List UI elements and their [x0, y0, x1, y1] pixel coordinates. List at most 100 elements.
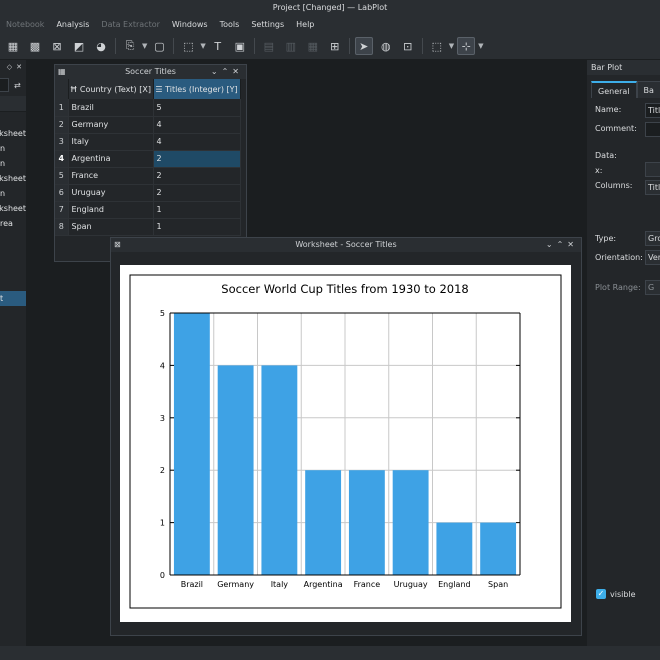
bar-brazil[interactable]	[173, 313, 210, 575]
titles-cell[interactable]: 1	[153, 201, 241, 219]
float-icon[interactable]: ◇	[7, 63, 12, 71]
country-cell[interactable]: Span	[68, 218, 154, 236]
menu-analysis[interactable]: Analysis	[50, 16, 95, 33]
tree-item[interactable]	[0, 231, 26, 246]
tree-item[interactable]: orksheet	[0, 201, 26, 216]
corner-header[interactable]	[55, 79, 69, 99]
menu-settings[interactable]: Settings	[245, 16, 290, 33]
comment-field[interactable]	[645, 122, 660, 137]
row-number[interactable]: 3	[55, 133, 69, 151]
table-row[interactable]: 2 Germany 4	[55, 116, 246, 134]
navigate-mouse-icon[interactable]: ◍	[377, 37, 395, 55]
titles-cell[interactable]: 1	[153, 218, 241, 236]
tree-item[interactable]: orksheet	[0, 126, 26, 141]
zoom-select-icon[interactable]: ⬚	[428, 37, 446, 55]
column-header-country[interactable]: Ħ Country (Text) [X]	[68, 79, 154, 99]
tree-item[interactable]: t	[0, 291, 26, 306]
table-row[interactable]: 8 Span 1	[55, 218, 246, 236]
close-icon[interactable]: ✕	[16, 63, 22, 71]
plot-range-combo[interactable]: G	[645, 280, 660, 295]
break-layout-icon[interactable]: ⊞	[326, 37, 344, 55]
table-row[interactable]: 4 Argentina 2	[55, 150, 246, 168]
bar-span[interactable]	[480, 522, 517, 575]
worksheet-titlebar[interactable]: ⊠ Worksheet - Soccer Titles ⌄⌃✕	[111, 238, 581, 252]
row-number[interactable]: 1	[55, 99, 69, 117]
bar-france[interactable]	[348, 470, 385, 575]
bar-italy[interactable]	[261, 365, 298, 575]
spreadsheet-titlebar[interactable]: ▦ Soccer Titles ⌄⌃✕	[55, 65, 246, 79]
row-number[interactable]: 2	[55, 116, 69, 134]
titles-cell[interactable]: 5	[153, 99, 241, 117]
orientation-combo[interactable]: Ver	[645, 250, 660, 265]
tree-item[interactable]	[0, 276, 26, 291]
country-cell[interactable]: Italy	[68, 133, 154, 151]
titles-cell[interactable]: 4	[153, 133, 241, 151]
country-cell[interactable]: Argentina	[68, 150, 154, 168]
bar-chart[interactable]: Soccer World Cup Titles from 1930 to 201…	[120, 265, 571, 622]
type-combo[interactable]: Gro	[645, 231, 660, 246]
close-icon[interactable]: ✕	[567, 240, 578, 249]
add-text-label-icon[interactable]: T	[209, 37, 227, 55]
row-number[interactable]: 7	[55, 201, 69, 219]
close-icon[interactable]: ✕	[232, 67, 243, 76]
bar-uruguay[interactable]	[392, 470, 429, 575]
country-cell[interactable]: England	[68, 201, 154, 219]
new-notes-icon[interactable]: ◩	[70, 37, 88, 55]
visible-checkbox[interactable]: ✓ visible	[596, 589, 636, 599]
row-number[interactable]: 4	[55, 150, 69, 168]
x-column-combo[interactable]	[645, 162, 660, 177]
minimize-icon[interactable]: ⌄	[546, 240, 557, 249]
table-row[interactable]: 6 Uruguay 2	[55, 184, 246, 202]
country-cell[interactable]: Germany	[68, 116, 154, 134]
row-number[interactable]: 6	[55, 184, 69, 202]
import-file-icon[interactable]: ⎘	[121, 37, 139, 55]
tree-item[interactable]: rea	[0, 216, 26, 231]
layout-horizontal-icon[interactable]: ▥	[282, 37, 300, 55]
menu-tools[interactable]: Tools	[214, 16, 246, 33]
search-input[interactable]	[0, 78, 9, 92]
maximize-icon[interactable]: ⌃	[557, 240, 568, 249]
titles-cell[interactable]: 2	[153, 184, 241, 202]
chart-title[interactable]: Soccer World Cup Titles from 1930 to 201…	[221, 282, 468, 296]
columns-combo[interactable]: Title	[645, 180, 660, 195]
magnifier-icon[interactable]: ⊹	[457, 37, 476, 55]
tab-bars[interactable]: Ba	[636, 81, 660, 98]
new-worksheet-icon[interactable]: ⊠	[48, 37, 66, 55]
column-header-titles[interactable]: ☰ Titles (Integer) [Y]	[153, 79, 241, 99]
table-row[interactable]: 5 France 2	[55, 167, 246, 185]
row-number[interactable]: 8	[55, 218, 69, 236]
titles-cell[interactable]: 2	[153, 150, 241, 168]
name-field[interactable]: Title	[645, 103, 660, 118]
select-cursor-icon[interactable]: ➤	[354, 37, 373, 55]
zoom-fit-icon[interactable]: ⊡	[399, 37, 417, 55]
chevron-down-icon[interactable]: ▼	[142, 42, 147, 50]
add-plot-icon[interactable]: ⬚	[179, 37, 197, 55]
table-row[interactable]: 7 England 1	[55, 201, 246, 219]
worksheet-canvas[interactable]: Soccer World Cup Titles from 1930 to 201…	[120, 265, 571, 622]
bar-germany[interactable]	[217, 365, 254, 575]
titles-cell[interactable]: 2	[153, 167, 241, 185]
minimize-icon[interactable]: ⌄	[211, 67, 222, 76]
menu-help[interactable]: Help	[290, 16, 320, 33]
country-cell[interactable]: Uruguay	[68, 184, 154, 202]
tab-general[interactable]: General	[591, 81, 637, 98]
tree-item[interactable]: n	[0, 186, 26, 201]
filter-options-icon[interactable]: ⇄	[14, 81, 21, 90]
add-image-icon[interactable]: ▣	[231, 37, 249, 55]
tree-item[interactable]	[0, 246, 26, 261]
menu-notebook[interactable]: Notebook	[0, 16, 50, 33]
menu-windows[interactable]: Windows	[166, 16, 214, 33]
layout-vertical-icon[interactable]: ▤	[260, 37, 278, 55]
tree-item[interactable]	[0, 261, 26, 276]
layout-grid-icon[interactable]: ▦	[304, 37, 322, 55]
table-row[interactable]: 3 Italy 4	[55, 133, 246, 151]
titles-cell[interactable]: 4	[153, 116, 241, 134]
tree-item[interactable]: n	[0, 141, 26, 156]
bar-argentina[interactable]	[305, 470, 342, 575]
chevron-down-icon[interactable]: ▼	[449, 42, 454, 50]
tree-item[interactable]: n	[0, 156, 26, 171]
table-row[interactable]: 1 Brazil 5	[55, 99, 246, 117]
new-matrix-icon[interactable]: ▩	[26, 37, 44, 55]
export-icon[interactable]: ▢	[150, 37, 168, 55]
country-cell[interactable]: Brazil	[68, 99, 154, 117]
